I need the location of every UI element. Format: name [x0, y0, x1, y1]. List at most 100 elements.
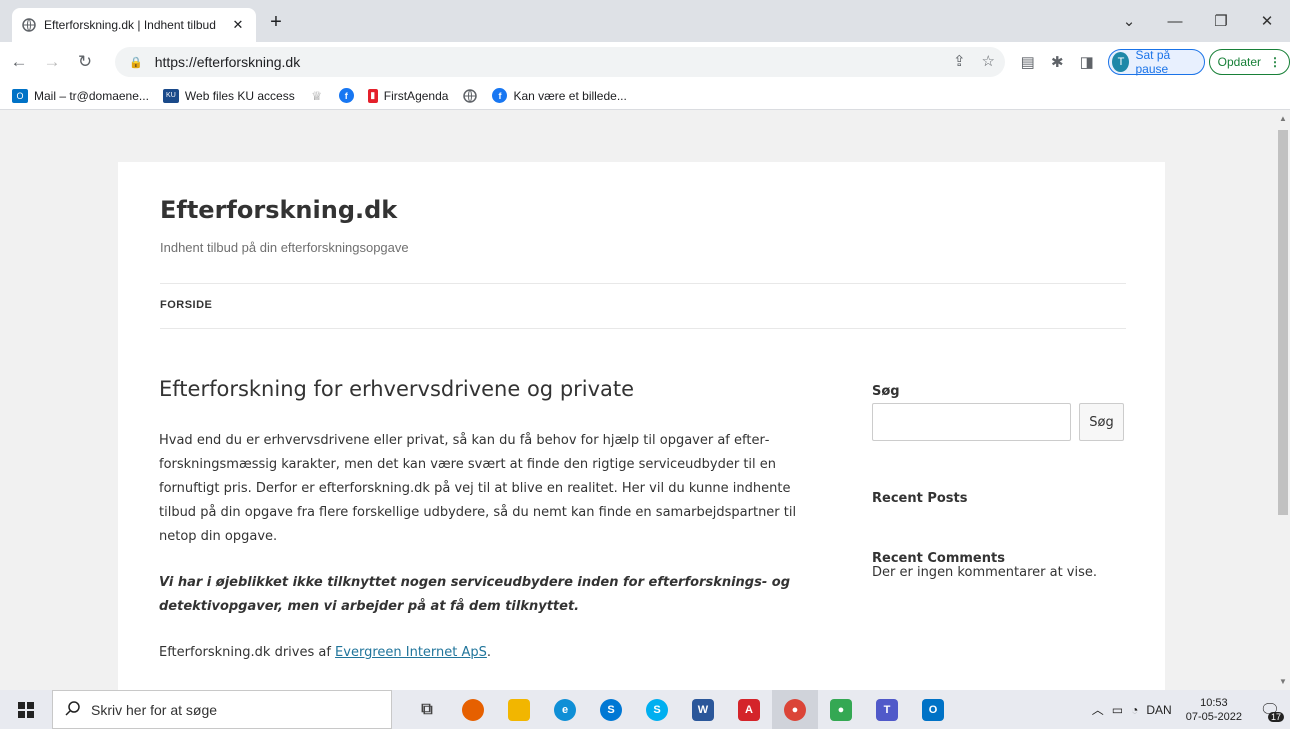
- taskbar-app[interactable]: e: [542, 690, 588, 729]
- bookmark-label: Kan være et billede...: [513, 88, 627, 103]
- show-hidden-icons[interactable]: ︿: [1092, 701, 1104, 718]
- firefox-icon: [462, 698, 484, 721]
- taskbar-app[interactable]: A: [726, 690, 772, 729]
- taskbar-app[interactable]: S: [634, 690, 680, 729]
- taskbar-app[interactable]: W: [680, 690, 726, 729]
- lock-icon[interactable]: 🔒: [129, 56, 143, 69]
- site-description: Indhent tilbud på din efterforskningsopg…: [160, 240, 409, 255]
- taskbar-app[interactable]: ●: [772, 690, 818, 729]
- bookmark-label: Web files KU access: [184, 88, 295, 103]
- bookmark-label: Mail – tr@domaene...: [34, 88, 149, 103]
- language-indicator[interactable]: DAN: [1146, 703, 1171, 717]
- taskbar-app[interactable]: ●: [818, 690, 864, 729]
- globe-icon: [462, 88, 478, 103]
- window-controls: ⌄ — ❐ ✕: [1106, 0, 1290, 42]
- teams-icon: T: [876, 698, 898, 721]
- facebook-icon: f: [492, 88, 508, 103]
- chromium-icon: ●: [830, 698, 852, 721]
- browser-tab[interactable]: Efterforskning.dk | Indhent tilbud ✕: [12, 8, 256, 42]
- search-input[interactable]: [872, 403, 1071, 441]
- word-icon: W: [692, 698, 714, 721]
- taskbar-search-placeholder: Skriv her for at søge: [91, 701, 218, 718]
- site-title[interactable]: Efterforskning.dk: [160, 196, 397, 224]
- extensions-puzzle-icon[interactable]: ✱: [1049, 53, 1064, 71]
- taskbar-app[interactable]: [450, 690, 496, 729]
- address-bar[interactable]: 🔒 https://efterforskning.dk ⇪ ☆: [115, 47, 1005, 77]
- sidebar: Søg Søg Recent Posts Recent Comments Der…: [872, 384, 1126, 580]
- taskbar-app[interactable]: T: [864, 690, 910, 729]
- battery-icon[interactable]: ▭: [1112, 703, 1123, 717]
- post-title: Efterforskning for erhvervsdrivene og pr…: [159, 377, 635, 401]
- task-view-icon: ⧉: [421, 700, 433, 718]
- reload-button[interactable]: ↻: [71, 48, 99, 76]
- scroll-down-icon[interactable]: ▼: [1279, 677, 1287, 686]
- outlook-icon: O: [922, 698, 944, 721]
- bookmark-globe[interactable]: [462, 88, 478, 103]
- scroll-up-icon[interactable]: ▲: [1279, 114, 1287, 123]
- url-text: https://efterforskning.dk: [154, 54, 301, 70]
- bookmark-mail[interactable]: O Mail – tr@domaene...: [12, 88, 149, 103]
- forward-button[interactable]: →: [38, 48, 66, 76]
- outlook-icon: O: [12, 88, 28, 103]
- minimize-button[interactable]: —: [1152, 0, 1198, 42]
- bookmark-star-icon[interactable]: ☆: [982, 52, 995, 70]
- taskbar-app[interactable]: S: [588, 690, 634, 729]
- profile-button[interactable]: T Sat på pause: [1108, 48, 1205, 76]
- taskbar-search[interactable]: Skriv her for at søge: [52, 690, 392, 729]
- bookmark-firstagenda[interactable]: ▮ FirstAgenda: [367, 88, 449, 103]
- search-widget-title: Søg: [872, 384, 900, 399]
- side-panel-icon[interactable]: ◨: [1079, 53, 1094, 71]
- avatar: T: [1112, 52, 1130, 72]
- crest-icon: ♕: [311, 88, 323, 103]
- share-icon[interactable]: ⇪: [953, 52, 966, 70]
- close-window-button[interactable]: ✕: [1244, 0, 1290, 42]
- firstagenda-icon: ▮: [367, 88, 378, 103]
- post-footer: Efterforskning.dk drives af Evergreen In…: [159, 641, 799, 665]
- browser-toolbar: ← → ↻ 🔒 https://efterforskning.dk ⇪ ☆ ▤ …: [0, 42, 1290, 82]
- update-label: Opdater: [1217, 55, 1262, 69]
- page-scrollbar[interactable]: ▲ ▼: [1276, 110, 1290, 690]
- clock-time: 10:53: [1200, 696, 1228, 709]
- clock[interactable]: 10:53 07-05-2022: [1186, 696, 1242, 724]
- windows-taskbar: Skriv her for at søge ⧉ e S S W A ● ● T O ︿ ▭ ◔ D…: [0, 690, 1290, 729]
- recent-posts-title: Recent Posts: [872, 491, 968, 506]
- bookmark-facebook-image[interactable]: f Kan være et billede...: [492, 88, 627, 103]
- menu-dots-icon: ⋮: [1269, 55, 1282, 69]
- scrollbar-thumb[interactable]: [1278, 130, 1288, 515]
- update-button[interactable]: Opdater ⋮: [1208, 49, 1290, 75]
- new-tab-button[interactable]: +: [264, 11, 288, 35]
- bookmark-ku[interactable]: KU Web files KU access: [162, 88, 295, 103]
- ku-icon: KU: [162, 88, 179, 103]
- windows-icon: [18, 701, 34, 718]
- page-viewport: Efterforskning.dk Indhent tilbud på din …: [0, 110, 1276, 690]
- start-button[interactable]: [0, 690, 52, 729]
- footer-period: .: [486, 645, 492, 660]
- menu-item-home[interactable]: FORSIDE: [160, 299, 212, 311]
- close-tab-icon[interactable]: ✕: [230, 17, 246, 33]
- tab-search-icon[interactable]: ⌄: [1106, 0, 1152, 42]
- taskbar-app[interactable]: O: [910, 690, 956, 729]
- clock-date: 07-05-2022: [1185, 710, 1242, 723]
- bookmark-facebook[interactable]: f: [338, 88, 354, 103]
- extension-icon[interactable]: ▤: [1020, 53, 1035, 71]
- evergreen-link[interactable]: Evergreen Internet ApS: [335, 645, 487, 660]
- globe-icon: [22, 18, 36, 32]
- notification-center-button[interactable]: 🗨 17: [1256, 696, 1284, 724]
- bookmarks-bar: O Mail – tr@domaene... KU Web files KU a…: [0, 82, 1290, 110]
- post-paragraph: Hvad end du er erhvervsdrivene eller pri…: [159, 433, 797, 544]
- bookmark-crest[interactable]: ♕: [309, 89, 325, 103]
- bookmark-label: FirstAgenda: [383, 88, 449, 103]
- post-notice: Vi har i øjeblikket ikke tilknyttet noge…: [159, 575, 791, 614]
- chrome-icon: ●: [784, 698, 806, 721]
- back-button[interactable]: ←: [5, 48, 33, 76]
- restore-button[interactable]: ❐: [1198, 0, 1244, 42]
- wifi-icon[interactable]: ◔: [1131, 703, 1138, 717]
- skype-icon: S: [646, 698, 668, 721]
- taskbar-app[interactable]: [496, 690, 542, 729]
- system-tray: ︿ ▭ ◔ DAN 10:53 07-05-2022 🗨 17: [1092, 690, 1290, 729]
- no-comments-text: Der er ingen kommentarer at vise.: [872, 565, 1098, 580]
- taskbar-app[interactable]: ⧉: [404, 690, 450, 729]
- divider: [160, 328, 1126, 329]
- facebook-icon: f: [338, 88, 354, 103]
- search-button[interactable]: Søg: [1079, 403, 1124, 441]
